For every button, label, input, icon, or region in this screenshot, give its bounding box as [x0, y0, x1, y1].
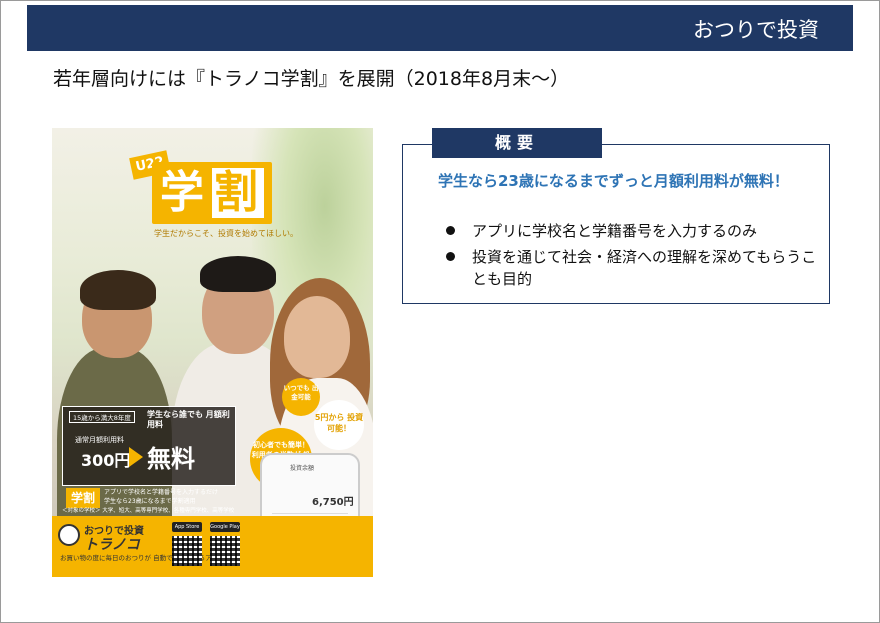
toranoko-logo-icon [58, 524, 80, 546]
student-1-hair [80, 270, 156, 310]
phone-title: 投資余額 [290, 465, 315, 472]
phone-amount: 6,750円 [312, 497, 354, 508]
list-item: アプリに学校名と学籍番号を入力するのみ [444, 220, 824, 242]
student-2-hair [200, 256, 276, 292]
gakuwari-description: アプリで学校名と学籍番号を入力するだけ 学生なら23歳になるまで学割適用 [104, 488, 218, 506]
header-bar: おつりで投資 [27, 5, 853, 51]
logo-brand: トラノコ [84, 537, 140, 553]
summary-lead: 学生なら23歳になるまでずっと月額利用料が無料！ [438, 172, 789, 190]
phone-row [272, 513, 348, 514]
gakuwari-poster: U22 学 割 学生だからこそ、投資を始めてほしい。 15歳から満大8年度 学生… [52, 128, 373, 577]
usual-price: 300円 [81, 451, 131, 470]
gakuwari-description-line-2: 学生なら23歳になるまで学割適用 [104, 498, 196, 505]
bullet-icon [446, 226, 455, 235]
eligibility-label: 15歳から満大8年度 [69, 411, 135, 423]
gakuwari-logo-wari-box: 割 [212, 167, 264, 218]
google-play-badge: Google Play [210, 522, 240, 532]
poster-tagline: 学生だからこそ、投資を始めてほしい。 [154, 229, 298, 238]
qr-code-icon [210, 536, 240, 566]
app-store-badge: App Store [172, 522, 202, 532]
list-item: 投資を通じて社会・経済への理解を深めてもらうことも目的 [444, 246, 824, 290]
header-title: おつりで投資 [693, 18, 819, 42]
gakuwari-logo: 学 割 [152, 162, 272, 224]
bullet-icon [446, 252, 455, 261]
bullet-text: アプリに学校名と学籍番号を入力するのみ [472, 222, 758, 240]
invest-from-5yen-badge: 5円から 投資可能！ [314, 400, 364, 450]
summary-tab: 概要 [432, 128, 602, 158]
withdraw-anytime-badge: いつでも 出金可能 [282, 378, 320, 416]
bullet-text: 投資を通じて社会・経済への理解を深めてもらうことも目的 [472, 248, 817, 288]
price-panel: 15歳から満大8年度 学生なら誰でも 月額利用料 通常月額利用料 300円 無料 [62, 406, 236, 486]
price-note: 学生なら誰でも 月額利用料 [147, 410, 230, 429]
gakuwari-description-line-1: アプリで学校名と学籍番号を入力するだけ [104, 489, 219, 496]
gakuwari-logo-gaku: 学 [160, 167, 204, 218]
slide-subtitle: 若年層向けには『トラノコ学割』を展開（2018年8月末～） [53, 68, 570, 90]
target-schools: ＜対象の学校＞ 大学、短大、高等専門学校、各種専門学校、高等学校 [62, 508, 235, 514]
gakuwari-logo-wari: 割 [214, 167, 258, 218]
poster-footer: おつりで投資 トラノコ お買い物の度に毎日のおつりが 自動で投資に回るアプリ A… [52, 516, 373, 577]
free-price: 無料 [147, 445, 195, 473]
gakuwari-small-badge: 学割 [66, 488, 100, 508]
summary-bullets: アプリに学校名と学籍番号を入力するのみ 投資を通じて社会・経済への理解を深めても… [444, 220, 824, 294]
usual-price-label: 通常月額利用料 [75, 436, 124, 444]
qr-code-icon [172, 536, 202, 566]
arrow-right-icon [129, 447, 143, 467]
student-3-head [284, 296, 350, 378]
